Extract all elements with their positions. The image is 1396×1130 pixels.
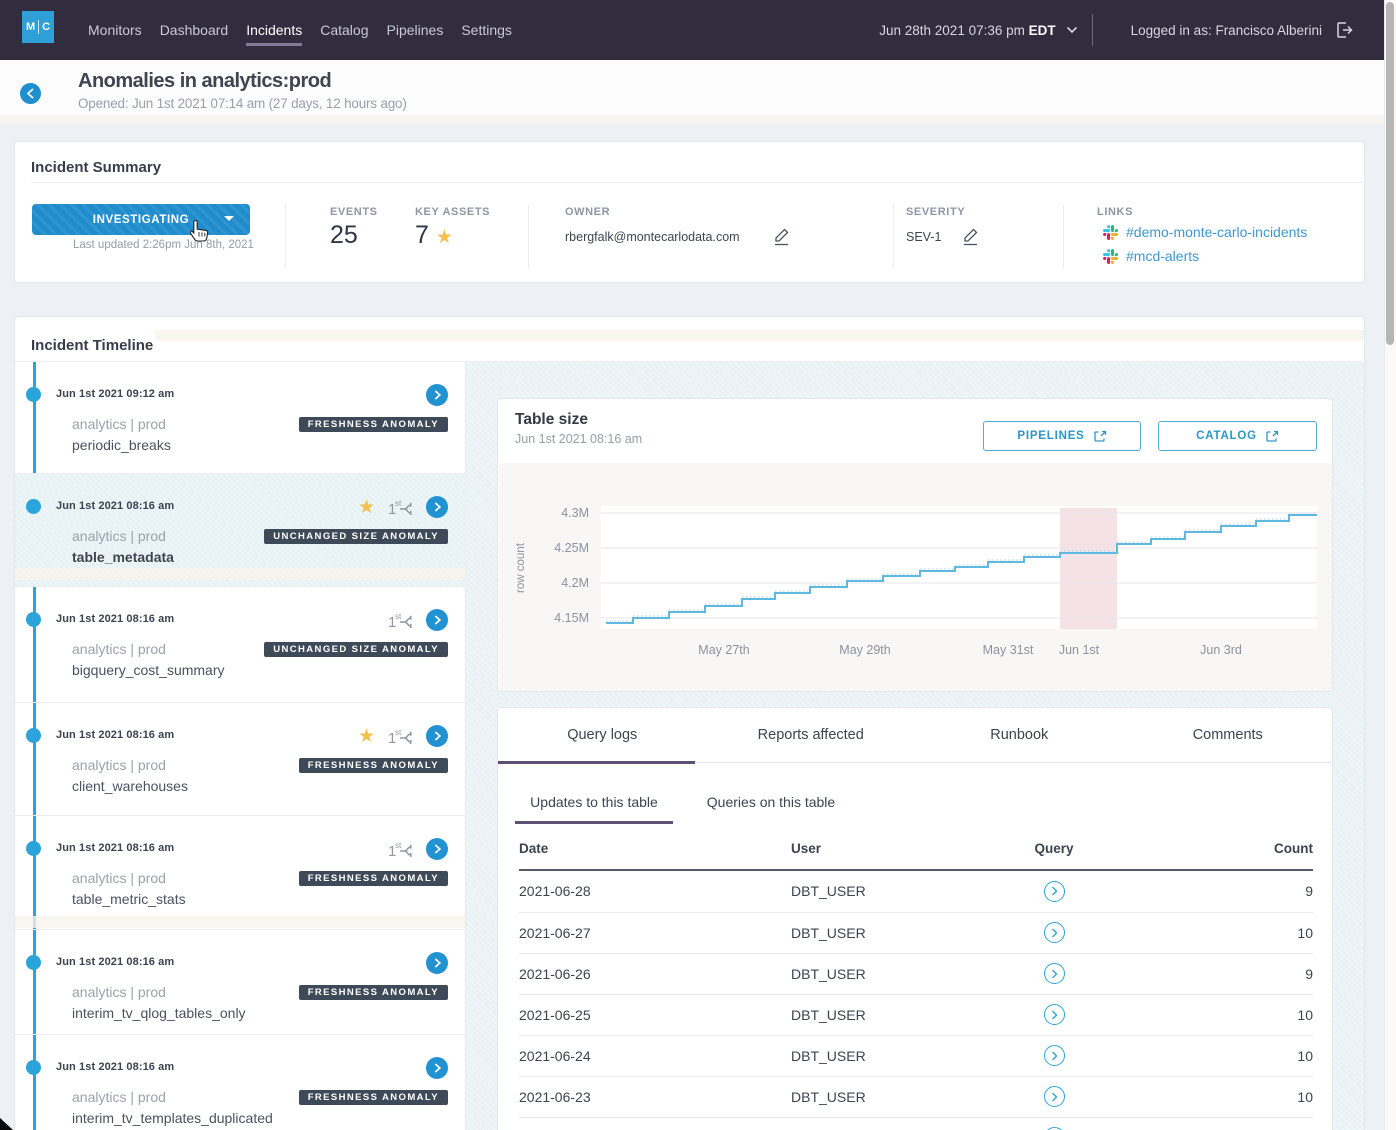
svg-text:4.3M: 4.3M [561,506,589,520]
svg-text:st: st [395,841,402,850]
svg-text:Jun 3rd: Jun 3rd [1200,643,1242,657]
svg-text:4.2M: 4.2M [561,576,589,590]
svg-text:May 31st: May 31st [983,643,1034,657]
svg-text:May 29th: May 29th [839,643,890,657]
svg-text:May 27th: May 27th [698,643,749,657]
svg-text:st: st [395,499,402,508]
svg-text:4.25M: 4.25M [554,541,589,555]
svg-text:st: st [395,728,402,737]
svg-text:4.15M: 4.15M [554,611,589,625]
svg-text:row count: row count [515,542,527,593]
svg-text:st: st [395,612,402,621]
svg-text:Jun 1st: Jun 1st [1059,643,1100,657]
